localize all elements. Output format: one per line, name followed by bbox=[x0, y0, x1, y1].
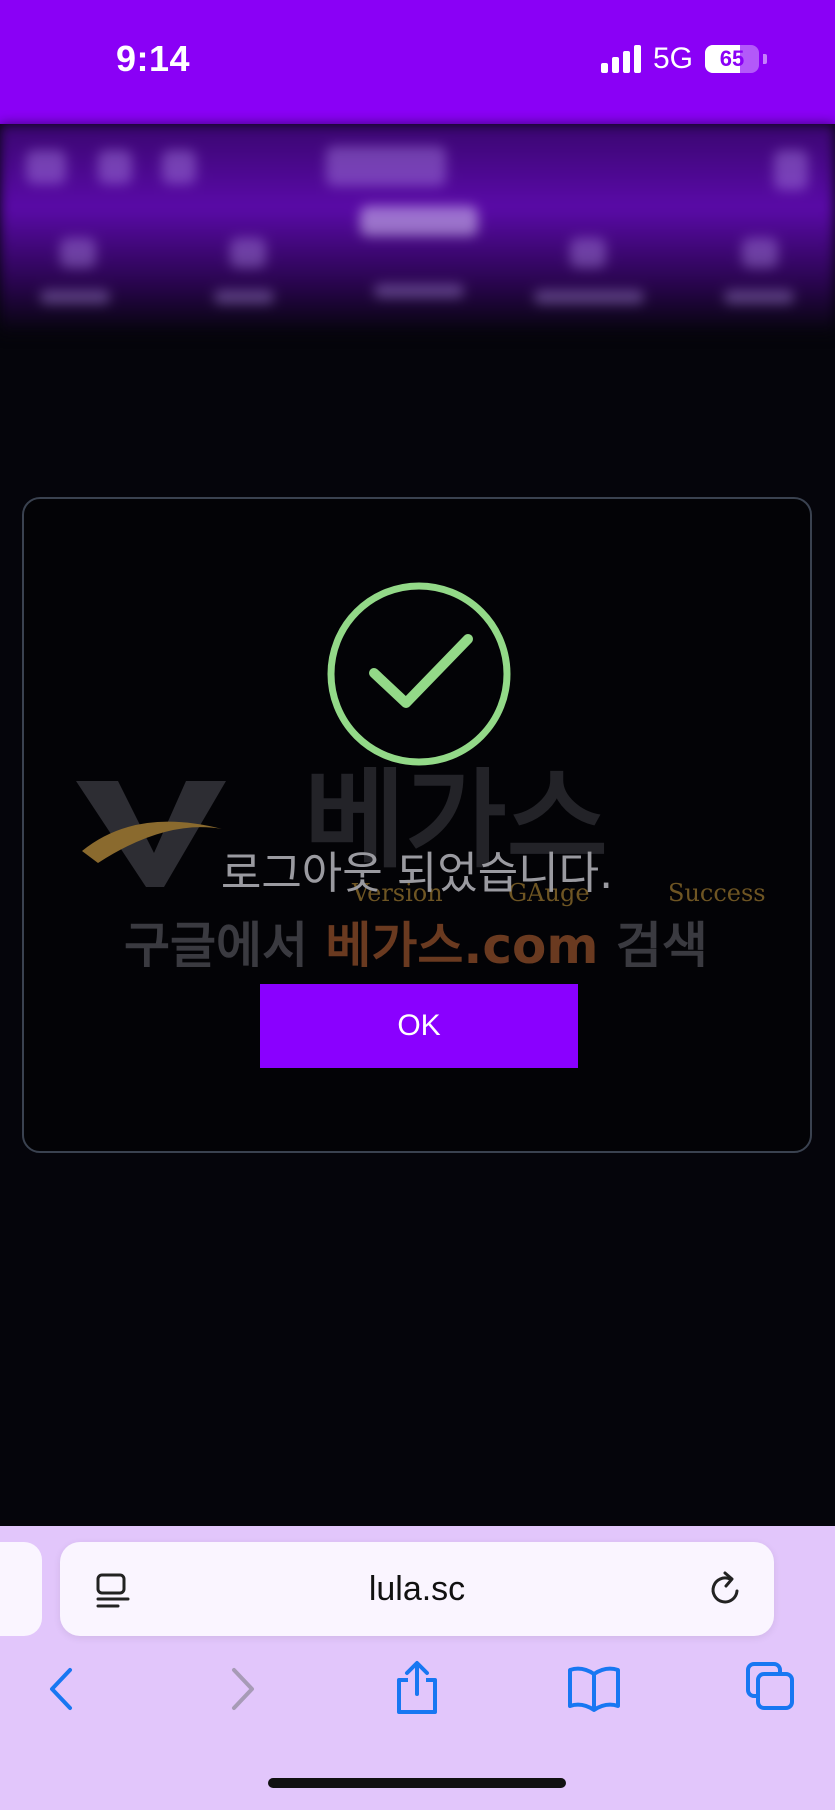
home-indicator bbox=[268, 1778, 566, 1788]
watermark-search-site: 베가스.com bbox=[325, 917, 598, 967]
address-bar[interactable]: lula.sc bbox=[60, 1542, 774, 1636]
back-icon[interactable] bbox=[44, 1664, 80, 1714]
watermark-search-prefix: 구글에서 bbox=[124, 917, 325, 967]
status-time: 9:14 bbox=[116, 38, 191, 79]
status-indicators: 5G 65 bbox=[600, 42, 767, 76]
share-icon[interactable] bbox=[394, 1660, 440, 1716]
logout-dialog: 베가스 Version GAuge Success 구글에서 베가스.com 검… bbox=[22, 497, 812, 1153]
previous-tab-peek[interactable] bbox=[0, 1542, 42, 1636]
cellular-signal-icon bbox=[600, 45, 641, 73]
battery-cap bbox=[763, 54, 767, 64]
reload-icon[interactable] bbox=[706, 1570, 746, 1610]
url-text: lula.sc bbox=[368, 1570, 466, 1608]
logout-message: 로그아웃 되었습니다. bbox=[220, 848, 614, 899]
battery-icon: 65 bbox=[705, 45, 759, 73]
status-bar: 9:14 5G 65 bbox=[0, 0, 835, 124]
forward-icon[interactable] bbox=[224, 1664, 260, 1714]
battery-level: 65 bbox=[719, 46, 745, 71]
tabs-icon[interactable] bbox=[744, 1660, 796, 1712]
check-circle-icon bbox=[327, 582, 511, 766]
network-type: 5G bbox=[652, 42, 693, 75]
watermark-search-suffix: 검색 bbox=[599, 917, 708, 967]
ok-button[interactable]: OK bbox=[260, 984, 578, 1068]
watermark-search-line: 구글에서 베가스.com 검색 bbox=[124, 917, 708, 967]
blurred-app-header bbox=[0, 124, 835, 334]
browser-toolbar: lula.sc bbox=[0, 1526, 835, 1810]
bookmarks-icon[interactable] bbox=[566, 1664, 622, 1714]
